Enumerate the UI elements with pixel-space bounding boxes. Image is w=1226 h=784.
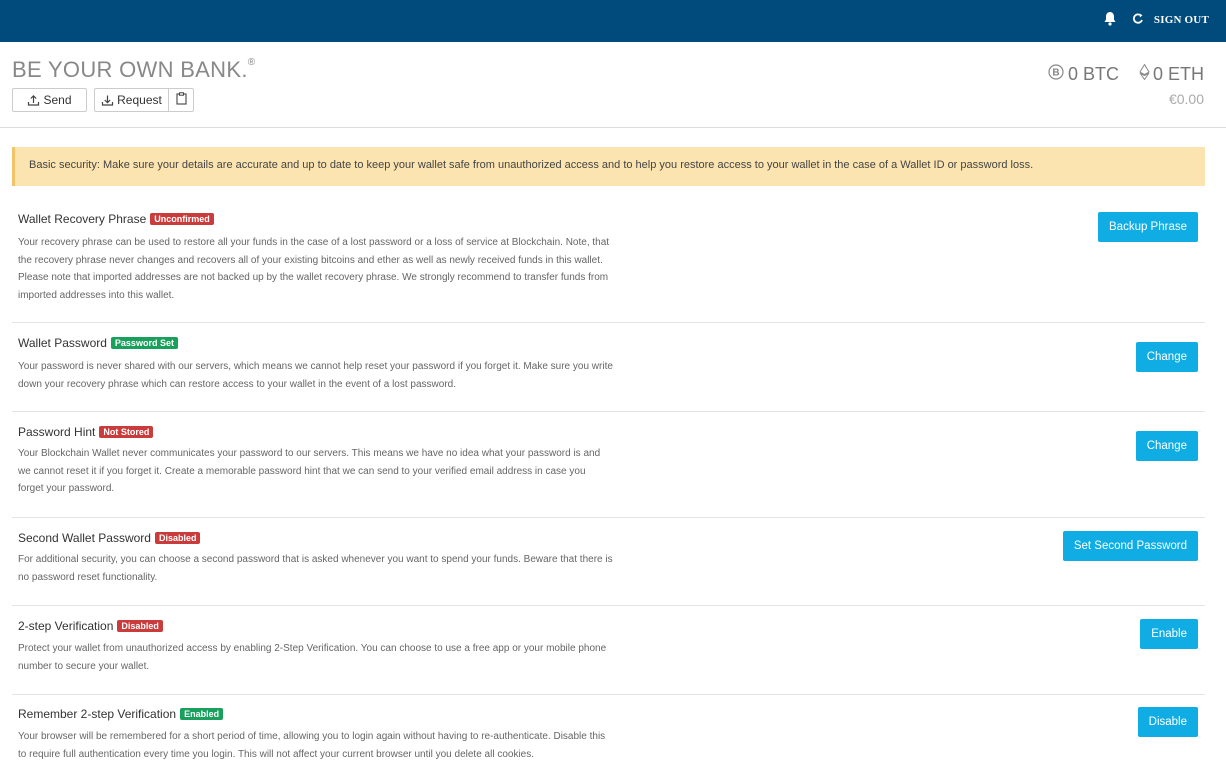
- section-title: Second Wallet Password Disabled: [18, 531, 201, 545]
- set-second-password-button[interactable]: Set Second Password: [1062, 531, 1198, 561]
- ether-icon: [1139, 63, 1150, 85]
- section-password-hint: Password Hint Not Stored Your Blockchain…: [12, 412, 1205, 518]
- section-title: Password Hint Not Stored: [18, 425, 154, 439]
- brand-text: BE YOUR OWN BANK.: [12, 57, 248, 82]
- upload-icon: [27, 94, 40, 107]
- clipboard-button[interactable]: [168, 88, 194, 112]
- bell-icon[interactable]: [1103, 11, 1119, 29]
- backup-phrase-button[interactable]: Backup Phrase: [1098, 212, 1198, 242]
- section-title-text: Remember 2-step Verification: [18, 707, 177, 721]
- eth-balance: 0 ETH: [1139, 63, 1204, 85]
- download-icon: [101, 94, 114, 107]
- section-title-text: Second Wallet Password: [18, 531, 151, 545]
- svg-text:B: B: [1052, 68, 1059, 79]
- section-title: Wallet Password Password Set: [18, 336, 178, 350]
- section-recovery-phrase: Wallet Recovery Phrase Unconfirmed Your …: [12, 199, 1205, 323]
- request-button[interactable]: Request: [94, 88, 169, 112]
- send-label: Send: [43, 93, 72, 107]
- request-label: Request: [117, 93, 162, 107]
- section-2-step-verification: 2-step Verification Disabled Protect you…: [12, 606, 1205, 695]
- bitcoin-icon: B: [1048, 64, 1064, 85]
- section-title-text: Wallet Recovery Phrase: [18, 212, 147, 226]
- status-badge: Disabled: [154, 532, 201, 544]
- brand-title: BE YOUR OWN BANK.®: [12, 57, 255, 83]
- section-title: 2-step Verification Disabled: [18, 619, 163, 633]
- status-badge: Disabled: [117, 620, 163, 632]
- top-navbar: SIGN OUT: [0, 0, 1226, 42]
- crypto-balances: B 0 BTC 0 ETH: [1028, 63, 1204, 85]
- section-description: For additional security, you can choose …: [18, 554, 613, 583]
- status-badge: Enabled: [180, 708, 224, 720]
- send-button[interactable]: Send: [12, 88, 87, 112]
- fiat-balance: €0.00: [1168, 91, 1204, 107]
- sign-out-link[interactable]: SIGN OUT: [1154, 14, 1209, 26]
- balances: B 0 BTC 0 ETH €0.00: [1028, 63, 1204, 107]
- change-password-button[interactable]: Change: [1135, 342, 1198, 372]
- registered-mark: ®: [247, 56, 256, 68]
- btc-balance: B 0 BTC: [1048, 64, 1119, 85]
- section-title-text: 2-step Verification: [18, 619, 114, 633]
- enable-2fa-button[interactable]: Enable: [1140, 619, 1198, 649]
- disable-remember-button[interactable]: Disable: [1137, 707, 1198, 737]
- section-title-text: Wallet Password: [18, 336, 107, 350]
- section-description: Your browser will be remembered for a sh…: [18, 731, 606, 760]
- change-hint-button[interactable]: Change: [1135, 431, 1198, 461]
- section-description: Your Blockchain Wallet never communicate…: [18, 448, 601, 494]
- eth-balance-value: 0 ETH: [1152, 64, 1204, 84]
- wallet-header: BE YOUR OWN BANK.® Send Request B 0 BTC: [0, 42, 1226, 128]
- security-alert: Basic security: Make sure your details a…: [12, 147, 1205, 186]
- btc-balance-value: 0 BTC: [1067, 64, 1119, 84]
- section-title: Remember 2-step Verification Enabled: [18, 707, 224, 721]
- status-badge: Not Stored: [99, 426, 154, 438]
- section-description: Your recovery phrase can be used to rest…: [18, 237, 610, 301]
- section-remember-2-step: Remember 2-step Verification Enabled You…: [12, 695, 1205, 784]
- section-title: Wallet Recovery Phrase Unconfirmed: [18, 212, 214, 226]
- section-second-password: Second Wallet Password Disabled For addi…: [12, 518, 1205, 606]
- section-description: Protect your wallet from unauthorized ac…: [18, 643, 607, 672]
- refresh-icon[interactable]: [1131, 11, 1147, 29]
- section-title-text: Password Hint: [18, 425, 96, 439]
- section-description: Your password is never shared with our s…: [18, 361, 613, 390]
- section-wallet-password: Wallet Password Password Set Your passwo…: [12, 323, 1205, 412]
- status-badge: Unconfirmed: [150, 213, 214, 225]
- clipboard-icon: [175, 92, 187, 108]
- status-badge: Password Set: [110, 337, 178, 349]
